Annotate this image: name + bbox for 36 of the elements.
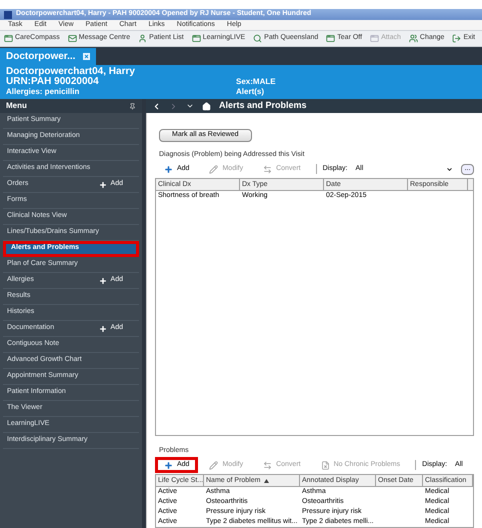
app-logo-icon (4, 10, 12, 18)
app-icon (192, 34, 201, 43)
patient-urn: URN:PAH 90020004 (6, 77, 99, 87)
caret-icon[interactable] (186, 102, 194, 110)
caret-icon (446, 166, 453, 172)
close-icon[interactable] (83, 53, 90, 60)
envelope-icon (68, 34, 77, 43)
arrows-icon (263, 164, 272, 174)
patient-allergies: Allergies: penicillin (6, 87, 80, 97)
patient-sex: Sex:MALE (236, 77, 277, 87)
plus-icon (164, 164, 173, 174)
forward-icon[interactable] (169, 102, 178, 110)
sort-up-icon (264, 478, 270, 482)
pencil-icon (209, 164, 218, 174)
people-icon (408, 34, 418, 43)
home-icon[interactable] (202, 102, 211, 110)
sidebar-title: Menu (6, 100, 27, 112)
plus-icon (98, 180, 107, 188)
pin-icon[interactable] (129, 102, 136, 110)
document-icon (320, 460, 330, 470)
plus-icon (98, 276, 107, 284)
person-icon (138, 34, 148, 43)
patient-name: Doctorpowerchart04, Harry (6, 67, 136, 77)
patient-alerts: Alert(s) (236, 87, 266, 97)
window-icon (370, 34, 380, 43)
exit-icon (452, 34, 462, 43)
plus-icon (164, 460, 173, 470)
chart-tab[interactable]: Doctorpower... (0, 48, 96, 65)
plus-icon (98, 324, 107, 332)
page-title: Alerts and Problems (219, 99, 307, 112)
search-icon (253, 34, 262, 43)
pencil-icon (209, 460, 218, 470)
back-icon[interactable] (152, 102, 161, 110)
window-icon (326, 34, 336, 43)
app-icon (4, 34, 13, 43)
arrows-icon (263, 460, 272, 470)
